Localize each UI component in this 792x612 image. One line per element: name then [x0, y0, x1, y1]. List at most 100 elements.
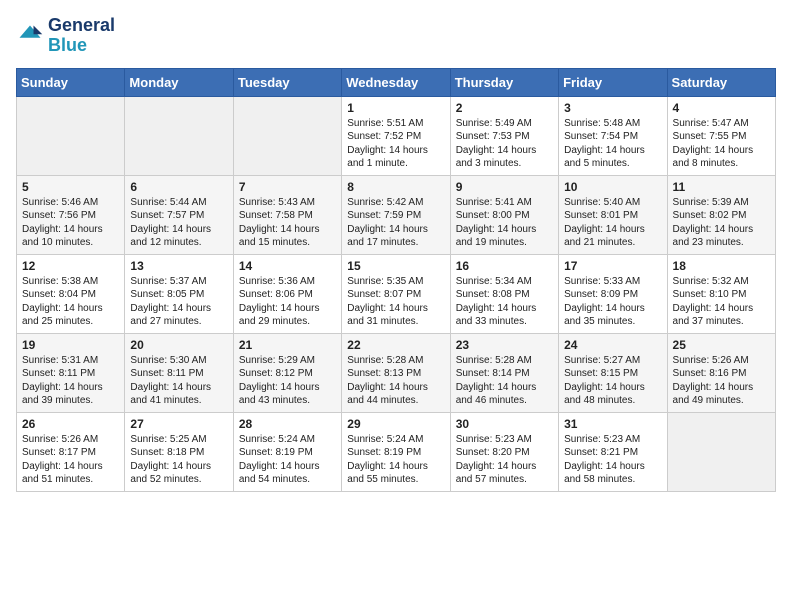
calendar-cell: 16Sunrise: 5:34 AM Sunset: 8:08 PM Dayli… [450, 254, 558, 333]
day-number: 13 [130, 259, 227, 273]
cell-info: Sunrise: 5:49 AM Sunset: 7:53 PM Dayligh… [456, 117, 553, 171]
calendar-cell: 20 Sunrise: 5:30 AM Sunset: 8:11 PM Dayli… [125, 333, 233, 412]
day-number: 23 [456, 338, 553, 352]
cell-info: Sunrise: 5:38 AM Sunset: 8:04 PM Dayligh… [22, 275, 119, 329]
day-number: 12 [22, 259, 119, 273]
calendar-cell: 7 Sunrise: 5:43 AM Sunset: 7:58 PM Daylig… [233, 175, 341, 254]
cell-info: Sunrise: 5:26 AM Sunset: 8:17 PM Dayligh… [22, 433, 119, 487]
cell-info: Sunrise: 5:43 AM Sunset: 7:58 PM Dayligh… [239, 196, 336, 250]
day-number: 8 [347, 180, 444, 194]
page-header: General Blue [16, 16, 776, 56]
calendar-cell: 8 Sunrise: 5:42 AM Sunset: 7:59 PM Daylig… [342, 175, 450, 254]
calendar-day-header: Saturday [667, 68, 775, 96]
calendar-cell [17, 96, 125, 175]
calendar-cell: 10Sunrise: 5:40 AM Sunset: 8:01 PM Dayli… [559, 175, 667, 254]
day-number: 20 [130, 338, 227, 352]
day-number: 6 [130, 180, 227, 194]
calendar-cell: 11 Sunrise: 5:39 AM Sunset: 8:02 PM Dayli… [667, 175, 775, 254]
calendar-week-row: 19 Sunrise: 5:31 AM Sunset: 8:11 PM Dayli… [17, 333, 776, 412]
calendar-cell: 1Sunrise: 5:51 AM Sunset: 7:52 PM Daylig… [342, 96, 450, 175]
cell-info: Sunrise: 5:42 AM Sunset: 7:59 PM Dayligh… [347, 196, 444, 250]
calendar-week-row: 1Sunrise: 5:51 AM Sunset: 7:52 PM Daylig… [17, 96, 776, 175]
calendar-table: SundayMondayTuesdayWednesdayThursdayFrid… [16, 68, 776, 492]
cell-info: Sunrise: 5:47 AM Sunset: 7:55 PM Dayligh… [673, 117, 770, 171]
cell-info: Sunrise: 5:41 AM Sunset: 8:00 PM Dayligh… [456, 196, 553, 250]
cell-info: Sunrise: 5:29 AM Sunset: 8:12 PM Dayligh… [239, 354, 336, 408]
calendar-cell: 31Sunrise: 5:23 AM Sunset: 8:21 PM Dayli… [559, 412, 667, 491]
cell-info: Sunrise: 5:32 AM Sunset: 8:10 PM Dayligh… [673, 275, 770, 329]
calendar-cell: 9 Sunrise: 5:41 AM Sunset: 8:00 PM Daylig… [450, 175, 558, 254]
calendar-day-header: Wednesday [342, 68, 450, 96]
calendar-cell: 6 Sunrise: 5:44 AM Sunset: 7:57 PM Daylig… [125, 175, 233, 254]
day-number: 31 [564, 417, 661, 431]
day-number: 22 [347, 338, 444, 352]
cell-info: Sunrise: 5:36 AM Sunset: 8:06 PM Dayligh… [239, 275, 336, 329]
calendar-cell: 12 Sunrise: 5:38 AM Sunset: 8:04 PM Dayli… [17, 254, 125, 333]
logo-icon [16, 22, 44, 50]
day-number: 30 [456, 417, 553, 431]
calendar-week-row: 5 Sunrise: 5:46 AM Sunset: 7:56 PM Daylig… [17, 175, 776, 254]
calendar-cell: 17 Sunrise: 5:33 AM Sunset: 8:09 PM Dayli… [559, 254, 667, 333]
day-number: 18 [673, 259, 770, 273]
calendar-cell: 24 Sunrise: 5:27 AM Sunset: 8:15 PM Dayli… [559, 333, 667, 412]
calendar-cell [667, 412, 775, 491]
cell-info: Sunrise: 5:33 AM Sunset: 8:09 PM Dayligh… [564, 275, 661, 329]
day-number: 19 [22, 338, 119, 352]
calendar-day-header: Sunday [17, 68, 125, 96]
calendar-header-row: SundayMondayTuesdayWednesdayThursdayFrid… [17, 68, 776, 96]
calendar-cell: 29 Sunrise: 5:24 AM Sunset: 8:19 PM Dayli… [342, 412, 450, 491]
cell-info: Sunrise: 5:24 AM Sunset: 8:19 PM Dayligh… [239, 433, 336, 487]
day-number: 24 [564, 338, 661, 352]
cell-info: Sunrise: 5:27 AM Sunset: 8:15 PM Dayligh… [564, 354, 661, 408]
cell-info: Sunrise: 5:24 AM Sunset: 8:19 PM Dayligh… [347, 433, 444, 487]
calendar-cell: 4 Sunrise: 5:47 AM Sunset: 7:55 PM Daylig… [667, 96, 775, 175]
day-number: 26 [22, 417, 119, 431]
cell-info: Sunrise: 5:23 AM Sunset: 8:20 PM Dayligh… [456, 433, 553, 487]
calendar-cell: 30 Sunrise: 5:23 AM Sunset: 8:20 PM Dayli… [450, 412, 558, 491]
day-number: 29 [347, 417, 444, 431]
calendar-week-row: 12 Sunrise: 5:38 AM Sunset: 8:04 PM Dayli… [17, 254, 776, 333]
cell-info: Sunrise: 5:28 AM Sunset: 8:14 PM Dayligh… [456, 354, 553, 408]
logo: General Blue [16, 16, 115, 56]
day-number: 17 [564, 259, 661, 273]
calendar-day-header: Tuesday [233, 68, 341, 96]
cell-info: Sunrise: 5:37 AM Sunset: 8:05 PM Dayligh… [130, 275, 227, 329]
calendar-cell: 26 Sunrise: 5:26 AM Sunset: 8:17 PM Dayli… [17, 412, 125, 491]
calendar-cell: 28 Sunrise: 5:24 AM Sunset: 8:19 PM Dayli… [233, 412, 341, 491]
calendar-cell: 25Sunrise: 5:26 AM Sunset: 8:16 PM Dayli… [667, 333, 775, 412]
calendar-cell: 21 Sunrise: 5:29 AM Sunset: 8:12 PM Dayli… [233, 333, 341, 412]
day-number: 3 [564, 101, 661, 115]
calendar-cell: 2 Sunrise: 5:49 AM Sunset: 7:53 PM Daylig… [450, 96, 558, 175]
day-number: 10 [564, 180, 661, 194]
calendar-cell: 18 Sunrise: 5:32 AM Sunset: 8:10 PM Dayli… [667, 254, 775, 333]
day-number: 11 [673, 180, 770, 194]
day-number: 15 [347, 259, 444, 273]
logo-text: General Blue [48, 16, 115, 56]
cell-info: Sunrise: 5:46 AM Sunset: 7:56 PM Dayligh… [22, 196, 119, 250]
day-number: 7 [239, 180, 336, 194]
calendar-day-header: Thursday [450, 68, 558, 96]
cell-info: Sunrise: 5:48 AM Sunset: 7:54 PM Dayligh… [564, 117, 661, 171]
cell-info: Sunrise: 5:44 AM Sunset: 7:57 PM Dayligh… [130, 196, 227, 250]
calendar-cell: 14 Sunrise: 5:36 AM Sunset: 8:06 PM Dayli… [233, 254, 341, 333]
day-number: 28 [239, 417, 336, 431]
calendar-day-header: Friday [559, 68, 667, 96]
day-number: 5 [22, 180, 119, 194]
day-number: 4 [673, 101, 770, 115]
calendar-cell: 27Sunrise: 5:25 AM Sunset: 8:18 PM Dayli… [125, 412, 233, 491]
cell-info: Sunrise: 5:51 AM Sunset: 7:52 PM Dayligh… [347, 117, 444, 171]
day-number: 21 [239, 338, 336, 352]
calendar-cell: 23 Sunrise: 5:28 AM Sunset: 8:14 PM Dayli… [450, 333, 558, 412]
calendar-day-header: Monday [125, 68, 233, 96]
cell-info: Sunrise: 5:39 AM Sunset: 8:02 PM Dayligh… [673, 196, 770, 250]
day-number: 14 [239, 259, 336, 273]
day-number: 9 [456, 180, 553, 194]
calendar-cell: 3 Sunrise: 5:48 AM Sunset: 7:54 PM Daylig… [559, 96, 667, 175]
day-number: 27 [130, 417, 227, 431]
cell-info: Sunrise: 5:34 AM Sunset: 8:08 PM Dayligh… [456, 275, 553, 329]
day-number: 2 [456, 101, 553, 115]
cell-info: Sunrise: 5:26 AM Sunset: 8:16 PM Dayligh… [673, 354, 770, 408]
cell-info: Sunrise: 5:31 AM Sunset: 8:11 PM Dayligh… [22, 354, 119, 408]
cell-info: Sunrise: 5:30 AM Sunset: 8:11 PM Dayligh… [130, 354, 227, 408]
calendar-cell: 22Sunrise: 5:28 AM Sunset: 8:13 PM Dayli… [342, 333, 450, 412]
